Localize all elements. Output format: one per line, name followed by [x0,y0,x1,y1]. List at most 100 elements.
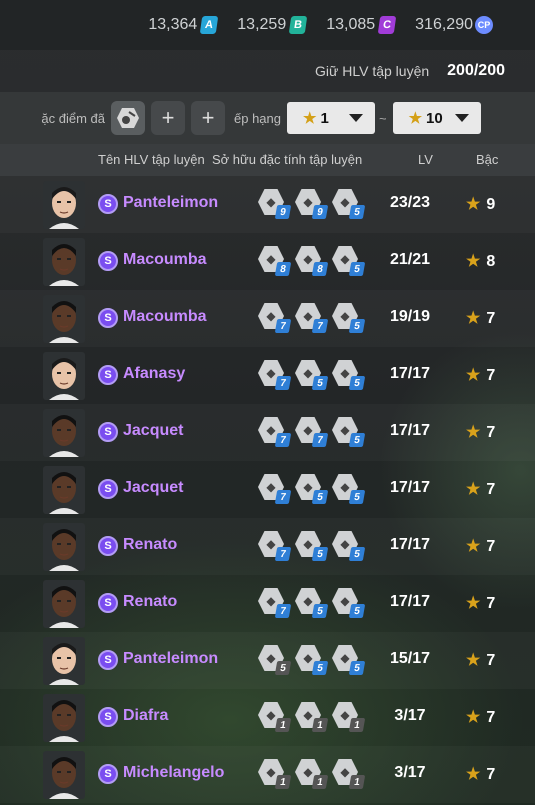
trait-level: 1 [274,775,292,789]
trait-level: 1 [311,718,329,732]
s-grade-icon: S [98,251,118,271]
coach-avatar [43,295,85,343]
tactic-trait-icon[interactable]: ◆ 5 [332,360,366,390]
table-header: Tên HLV tập luyện Sở hữu đặc tính tập lu… [0,144,535,176]
s-grade-icon: S [98,194,118,214]
trait-level: 7 [274,604,292,618]
table-row[interactable]: S Michelangelo ◆ 1 ◆ 1 ◆ 1 3/17 ★ 7 [0,746,535,803]
table-row[interactable]: S Jacquet ◆ 7 ◆ 5 ◆ 5 17/17 ★ 7 [0,461,535,518]
header-trait-icon[interactable]: ◆ 5 [332,474,366,504]
rank-value: 7 [486,538,496,555]
trait-filter-selected[interactable] [111,101,145,135]
rank-value: 7 [486,481,496,498]
ball-trait-icon [117,108,139,128]
dribble-trait-icon[interactable]: ◆ 1 [332,759,366,789]
currency-item: 13,259 B [237,16,308,34]
b-coin-icon: B [288,16,308,34]
coach-level: 15/17 [389,650,431,667]
trait-level: 5 [348,205,366,219]
rank-from-dropdown[interactable]: ★ 1 [287,102,375,134]
dribble-trait-icon[interactable]: ◆ 5 [295,474,329,504]
tactic-trait-icon[interactable]: ◆ 1 [332,702,366,732]
strength-trait-icon[interactable]: ◆ 7 [258,531,292,561]
col-traits[interactable]: Sở hữu đặc tính tập luyện [212,152,362,167]
strength-trait-icon[interactable]: ◆ 1 [258,702,292,732]
s-grade-icon: S [98,593,118,613]
dribble-trait-icon[interactable]: ◆ 5 [332,417,366,447]
shoot-trait-icon[interactable]: ◆ 9 [258,189,292,219]
star-icon: ★ [466,481,481,498]
coach-level: 21/21 [389,251,431,268]
keeper-trait-icon[interactable]: ◆ 8 [258,246,292,276]
trait-level: 7 [274,319,292,333]
trait-level: 5 [311,547,329,561]
add-trait-filter-button[interactable]: + [151,101,185,135]
table-row[interactable]: S Panteleimon ◆ 9 ◆ 9 ◆ 5 23/23 ★ 9 [0,176,535,233]
currency-item: 316,290 CP [415,16,493,34]
s-grade-icon: S [98,479,118,499]
s-grade-icon: S [98,650,118,670]
coach-name: Afanasy [123,365,186,382]
tactic-trait-icon[interactable]: ◆ 5 [332,645,366,675]
table-row[interactable]: S Panteleimon ◆ 5 ◆ 5 ◆ 5 15/17 ★ 7 [0,632,535,689]
table-row[interactable]: S Diafra ◆ 1 ◆ 1 ◆ 1 3/17 ★ 7 [0,689,535,746]
star-icon: ★ [466,196,481,213]
strength-trait-icon[interactable]: ◆ 7 [258,360,292,390]
currency-item: 13,085 C [326,16,397,34]
col-name[interactable]: Tên HLV tập luyện [98,152,205,167]
coach-level: 19/19 [389,308,431,325]
trait-level: 5 [348,433,366,447]
rank-to-value: 10 [426,109,443,127]
trait-level: 9 [274,205,292,219]
star-icon: ★ [466,310,481,327]
strength-trait-icon[interactable]: ◆ 7 [258,474,292,504]
dribble-trait-icon[interactable]: ◆ 5 [332,246,366,276]
pass-trait-icon[interactable]: ◆ 9 [295,189,329,219]
table-row[interactable]: S Renato ◆ 7 ◆ 5 ◆ 5 17/17 ★ 7 [0,575,535,632]
coach-name: Michelangelo [123,764,225,781]
coach-name: Renato [123,593,178,610]
star-icon: ★ [408,110,423,127]
add-trait-filter-button-2[interactable]: + [191,101,225,135]
trait-level: 7 [274,490,292,504]
coach-level: 17/17 [389,365,431,382]
coach-level: 23/23 [389,194,431,211]
dribble-trait-icon[interactable]: ◆ 5 [295,360,329,390]
tactic-trait-icon[interactable]: ◆ 5 [332,531,366,561]
strength-trait-icon[interactable]: ◆ 5 [258,645,292,675]
coach-name: Macoumba [123,251,207,268]
defend-trait-icon[interactable]: ◆ 7 [258,303,292,333]
strength-trait-icon[interactable]: ◆ 7 [258,588,292,618]
trait-level: 7 [274,433,292,447]
pass-trait-icon[interactable]: ◆ 7 [295,303,329,333]
dribble-trait-icon[interactable]: ◆ 5 [332,189,366,219]
rank-value: 9 [486,196,496,213]
dribble-trait-icon[interactable]: ◆ 5 [332,588,366,618]
strength-trait-icon[interactable]: ◆ 1 [258,759,292,789]
strength-trait-icon[interactable]: ◆ 7 [258,417,292,447]
lock-trait-icon[interactable]: ◆ 7 [295,417,329,447]
dribble-trait-icon[interactable]: ◆ 5 [332,303,366,333]
stamina-trait-icon[interactable]: ◆ 5 [295,645,329,675]
table-row[interactable]: S Macoumba ◆ 7 ◆ 7 ◆ 5 19/19 ★ 7 [0,290,535,347]
table-row[interactable]: S Afanasy ◆ 7 ◆ 5 ◆ 5 17/17 ★ 7 [0,347,535,404]
stamina-trait-icon[interactable]: ◆ 5 [295,588,329,618]
table-row[interactable]: S Jacquet ◆ 7 ◆ 7 ◆ 5 17/17 ★ 7 [0,404,535,461]
dribble-trait-icon[interactable]: ◆ 5 [295,531,329,561]
stamina-trait-icon[interactable]: ◆ 1 [295,759,329,789]
dribble-trait-icon[interactable]: ◆ 1 [295,702,329,732]
coach-rank: ★ 7 [466,536,495,556]
star-icon: ★ [466,652,481,669]
coach-rank: ★ 7 [466,650,495,670]
coach-name: Diafra [123,707,169,724]
star-icon: ★ [466,253,481,270]
rank-to-dropdown[interactable]: ★ 10 [392,102,481,134]
table-row[interactable]: S Renato ◆ 7 ◆ 5 ◆ 5 17/17 ★ 7 [0,518,535,575]
coach-avatar [43,751,85,799]
plus-icon: + [201,105,215,130]
col-rank[interactable]: Bậc [476,152,498,167]
table-row[interactable]: S Macoumba ◆ 8 ◆ 8 ◆ 5 21/21 ★ 8 [0,233,535,290]
trait-level: 5 [348,490,366,504]
col-lv[interactable]: LV [418,152,433,167]
pass-trait-icon[interactable]: ◆ 8 [295,246,329,276]
